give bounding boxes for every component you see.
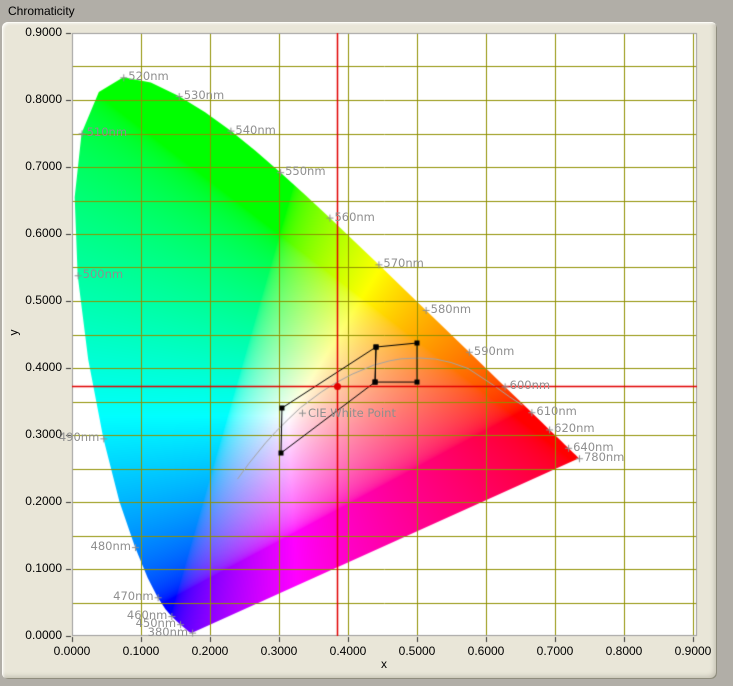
wavelength-label: 780nm <box>584 451 624 464</box>
y-tick-label: 0.9000 <box>14 26 62 39</box>
y-tick-label: 0.4000 <box>14 361 62 374</box>
wavelength-label: 620nm <box>554 422 594 435</box>
cie-white-point-label: CIE White Point <box>308 407 396 420</box>
y-tick-label: 0.2000 <box>14 495 62 508</box>
wavelength-label: 570nm <box>383 257 423 270</box>
chromaticity-window: Chromaticity x y 0.00000.10000.20000.300… <box>0 0 733 686</box>
wavelength-label: 590nm <box>474 345 514 358</box>
wavelength-label: 470nm <box>101 590 154 603</box>
wavelength-label: 460nm <box>114 609 167 622</box>
x-tick-label: 0.0000 <box>42 645 102 658</box>
wavelength-label: 520nm <box>128 70 168 83</box>
wavelength-label: 530nm <box>184 89 224 102</box>
x-tick-label: 0.9000 <box>663 645 723 658</box>
wavelength-label: 600nm <box>510 379 550 392</box>
x-tick-label: 0.2000 <box>180 645 240 658</box>
x-tick-label: 0.3000 <box>249 645 309 658</box>
x-tick-label: 0.8000 <box>594 645 654 658</box>
wavelength-label: 540nm <box>235 124 275 137</box>
x-axis-title: x <box>374 658 394 671</box>
y-tick-label: 0.1000 <box>14 562 62 575</box>
x-tick-label: 0.1000 <box>111 645 171 658</box>
wavelength-label: 480nm <box>78 540 131 553</box>
x-tick-label: 0.5000 <box>387 645 447 658</box>
y-tick-label: 0.7000 <box>14 160 62 173</box>
y-tick-label: 0.6000 <box>14 227 62 240</box>
x-tick-label: 0.6000 <box>456 645 516 658</box>
wavelength-label: 490nm <box>46 431 99 444</box>
y-tick-label: 0.0000 <box>14 629 62 642</box>
wavelength-label: 550nm <box>285 165 325 178</box>
x-tick-label: 0.4000 <box>318 645 378 658</box>
chromaticity-chart-canvas[interactable] <box>0 0 733 686</box>
wavelength-label: 560nm <box>334 211 374 224</box>
y-tick-label: 0.8000 <box>14 93 62 106</box>
wavelength-label: 500nm <box>83 268 123 281</box>
wavelength-label: 580nm <box>431 303 471 316</box>
y-axis-title: y <box>8 323 21 343</box>
x-tick-label: 0.7000 <box>525 645 585 658</box>
y-tick-label: 0.5000 <box>14 294 62 307</box>
wavelength-label: 510nm <box>87 126 127 139</box>
wavelength-label: 610nm <box>536 405 576 418</box>
